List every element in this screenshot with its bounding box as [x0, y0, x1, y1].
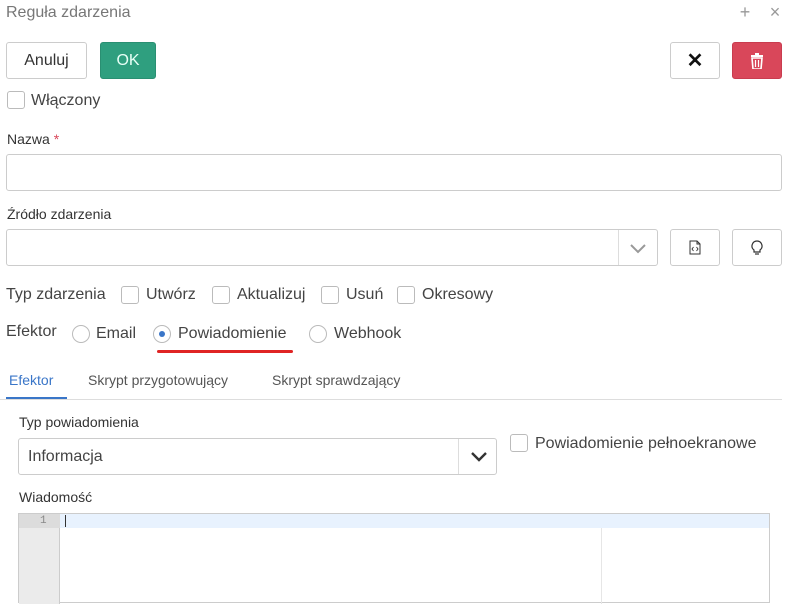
enabled-label: Włączony — [31, 92, 101, 109]
source-label: Źródło zdarzenia — [7, 206, 112, 222]
notification-type-select[interactable]: Informacja — [18, 438, 497, 475]
lightbulb-icon — [751, 239, 763, 255]
event-create-checkbox[interactable] — [121, 286, 139, 304]
effector-label: Efektor — [6, 323, 57, 340]
add-icon[interactable]: + — [736, 2, 754, 22]
event-create-label: Utwórz — [146, 286, 196, 303]
tab-check-script[interactable]: Skrypt sprawdzający — [272, 372, 400, 388]
tab-effector[interactable]: Efektor — [9, 372, 53, 388]
x-icon: ✕ — [686, 50, 704, 72]
script-file-button[interactable] — [670, 229, 720, 266]
enabled-checkbox[interactable] — [7, 91, 25, 109]
editor-gutter: 1 — [19, 514, 60, 604]
event-type-label: Typ zdarzenia — [6, 286, 106, 303]
print-margin — [601, 528, 602, 604]
event-delete-checkbox[interactable] — [321, 286, 339, 304]
select-divider — [618, 230, 619, 265]
notification-type-value: Informacja — [28, 448, 103, 465]
source-select[interactable] — [6, 229, 658, 266]
fullscreen-checkbox[interactable] — [510, 434, 528, 452]
effector-webhook-label: Webhook — [334, 325, 402, 342]
required-mark: * — [53, 131, 60, 147]
close-icon[interactable]: × — [766, 2, 784, 22]
effector-email-radio[interactable] — [72, 325, 90, 343]
event-update-checkbox[interactable] — [212, 286, 230, 304]
ok-button[interactable]: OK — [100, 42, 156, 79]
notification-type-label: Typ powiadomienia — [19, 414, 139, 430]
editor-active-line — [60, 514, 769, 528]
line-number: 1 — [40, 515, 47, 527]
chevron-down-icon — [630, 244, 646, 254]
hint-button[interactable] — [732, 229, 782, 266]
event-update-label: Aktualizuj — [237, 286, 306, 303]
chevron-down-icon — [471, 452, 487, 462]
code-file-icon — [689, 240, 701, 255]
editor-cursor — [65, 515, 66, 527]
event-periodic-label: Okresowy — [422, 286, 494, 303]
tabs-divider — [0, 399, 782, 400]
clear-button[interactable]: ✕ — [670, 42, 720, 79]
tab-prepare-script[interactable]: Skrypt przygotowujący — [88, 372, 228, 388]
trash-icon — [751, 52, 763, 69]
message-label: Wiadomość — [19, 489, 93, 505]
dialog-title: Reguła zdarzenia — [6, 4, 131, 21]
event-periodic-checkbox[interactable] — [397, 286, 415, 304]
name-label-text: Nazwa — [7, 131, 50, 147]
active-tab-indicator — [6, 397, 67, 399]
fullscreen-label: Powiadomienie pełnoekranowe — [535, 435, 757, 452]
event-delete-label: Usuń — [346, 286, 384, 303]
message-editor[interactable]: 1 — [18, 513, 770, 604]
delete-button[interactable] — [732, 42, 782, 79]
effector-webhook-radio[interactable] — [309, 325, 327, 343]
select-divider — [458, 439, 459, 474]
name-input[interactable] — [6, 154, 782, 191]
selection-underline — [157, 350, 293, 353]
effector-notification-radio[interactable] — [153, 325, 171, 343]
cancel-button[interactable]: Anuluj — [6, 42, 87, 79]
name-label: Nazwa * — [7, 131, 59, 147]
effector-email-label: Email — [96, 325, 137, 342]
effector-notification-label: Powiadomienie — [178, 325, 287, 342]
